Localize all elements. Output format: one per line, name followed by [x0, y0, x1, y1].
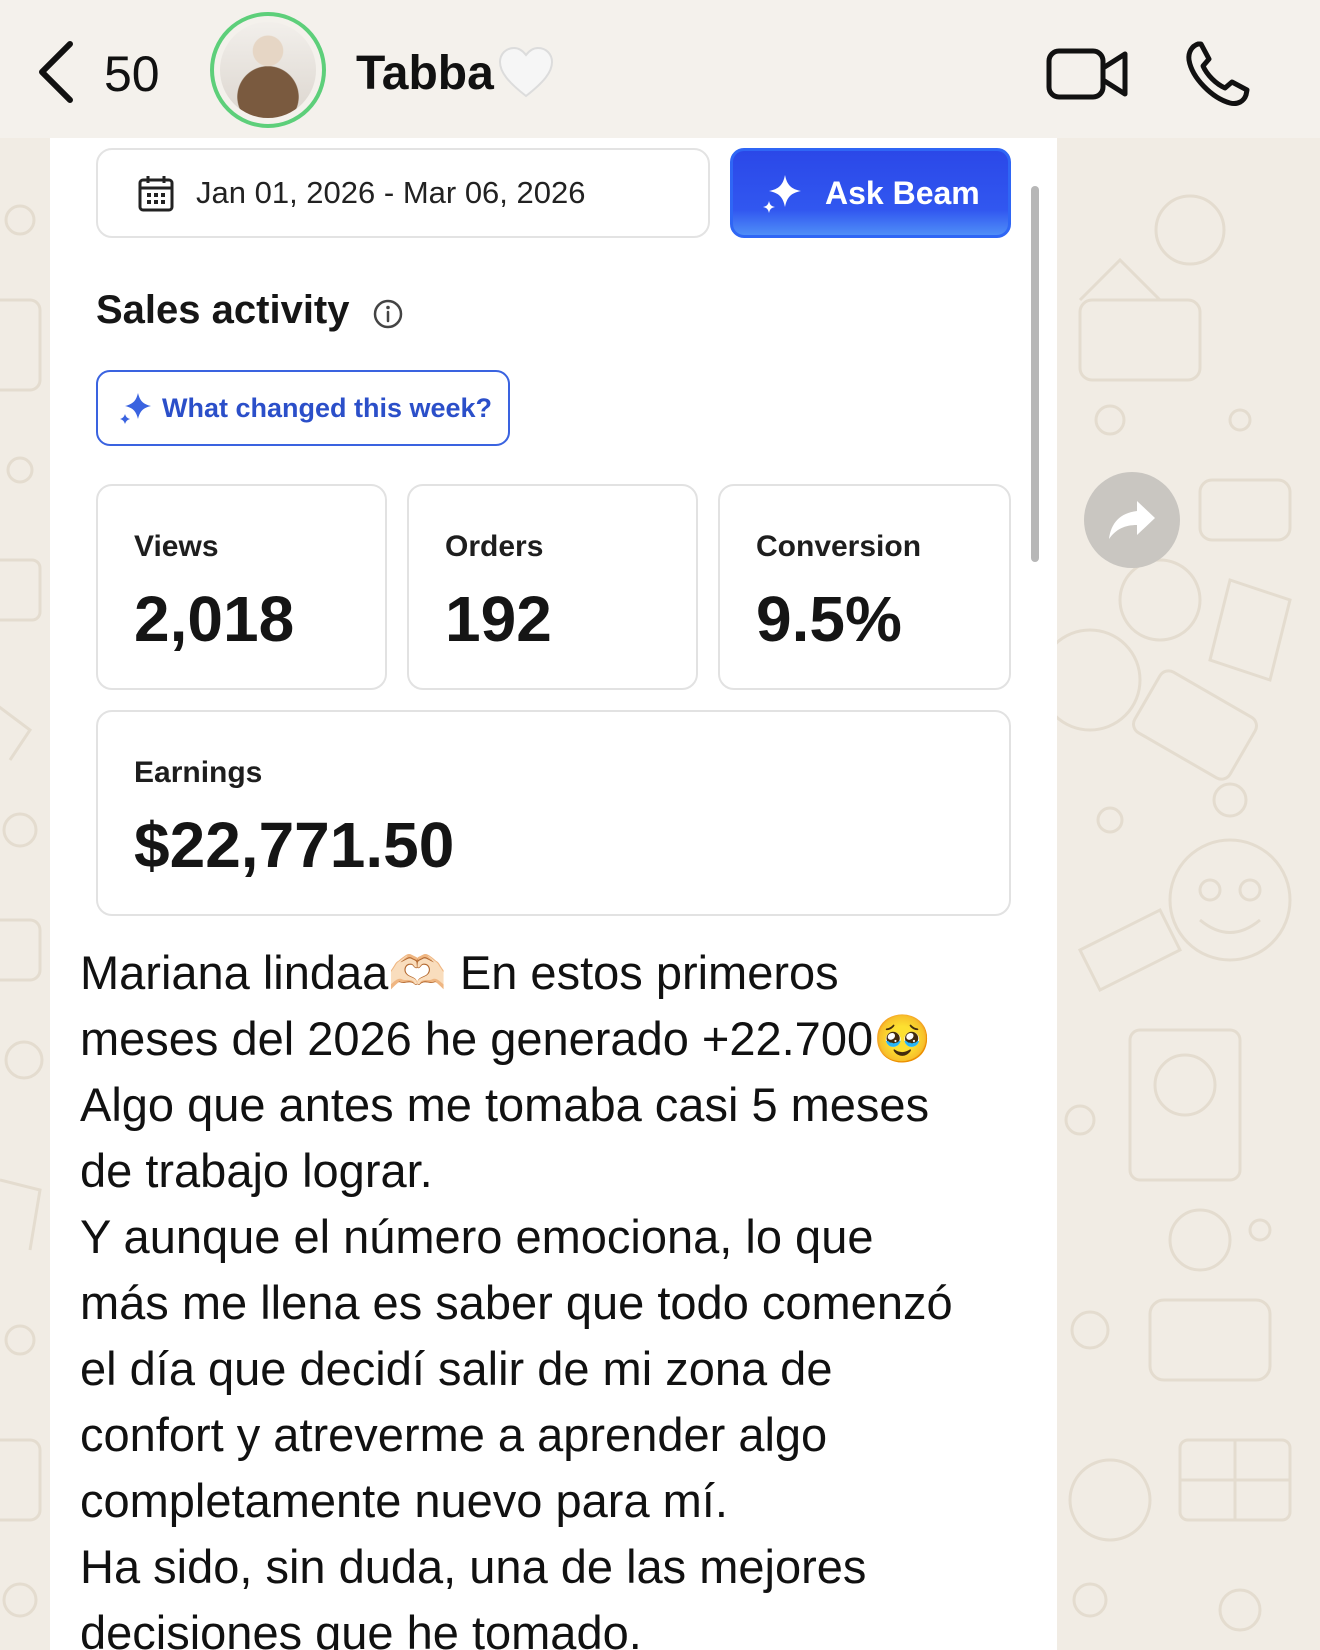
earnings-card: Earnings $22,771.50	[96, 710, 1011, 916]
earnings-value: $22,771.50	[134, 809, 455, 881]
date-range-text: Jan 01, 2026 - Mar 06, 2026	[196, 175, 586, 210]
conversion-value: 9.5%	[756, 583, 902, 655]
white-heart-icon	[498, 46, 554, 98]
chevron-left-icon[interactable]	[34, 38, 78, 106]
message-line: Ha sido, sin duda, una de las mejores	[80, 1540, 867, 1593]
avatar-photo	[220, 22, 316, 118]
ask-beam-label: Ask Beam	[825, 174, 980, 211]
unread-count[interactable]: 50	[104, 44, 160, 104]
avatar[interactable]	[210, 12, 326, 128]
orders-value: 192	[445, 583, 552, 655]
phone-icon[interactable]	[1184, 40, 1250, 108]
message-line: el día que decidí salir de mi zona de	[80, 1342, 833, 1395]
earnings-label: Earnings	[134, 756, 263, 789]
sparkle-icon	[120, 393, 151, 424]
orders-label: Orders	[445, 530, 544, 563]
contact-name[interactable]: Tabba	[356, 44, 494, 104]
conversion-label: Conversion	[756, 530, 922, 563]
message-line: Algo que antes me tomaba casi 5 meses	[80, 1078, 930, 1131]
date-range-picker: Jan 01, 2026 - Mar 06, 2026	[96, 148, 710, 238]
conversion-card: Conversion 9.5%	[718, 484, 1011, 690]
message-line: completamente nuevo para mí.	[80, 1474, 728, 1527]
section-title: Sales activity	[96, 288, 350, 332]
info-icon	[373, 299, 403, 329]
message-line: Y aunque el número emociona, lo que	[80, 1210, 874, 1263]
views-card: Views 2,018	[96, 484, 387, 690]
video-camera-icon[interactable]	[1046, 46, 1128, 102]
views-value: 2,018	[134, 583, 295, 655]
chat-header: 50 Tabba	[0, 0, 1320, 138]
sparkle-icon	[763, 175, 801, 213]
message-line: Mariana lindaa🫶🏻 En estos primeros	[80, 946, 839, 999]
message-line: decisiones que he tomado.	[80, 1606, 642, 1650]
message-line: confort y atreverme a aprender algo	[80, 1408, 828, 1461]
views-label: Views	[134, 530, 219, 563]
forward-arrow-icon	[1109, 501, 1155, 539]
message-line: de trabajo lograr.	[80, 1144, 433, 1197]
ask-beam-button: Ask Beam	[730, 148, 1011, 238]
message-text: Mariana lindaa🫶🏻 En estos primeros meses…	[80, 940, 1040, 1650]
message-line: más me llena es saber que todo comenzó	[80, 1276, 953, 1329]
message-line: meses del 2026 he generado +22.700🥹	[80, 1012, 932, 1065]
what-changed-label: What changed this week?	[162, 392, 493, 423]
image-scrollbar	[1031, 186, 1039, 562]
calendar-icon	[138, 176, 174, 212]
what-changed-button: What changed this week?	[96, 370, 510, 446]
orders-card: Orders 192	[407, 484, 698, 690]
forward-button[interactable]	[1084, 472, 1180, 568]
